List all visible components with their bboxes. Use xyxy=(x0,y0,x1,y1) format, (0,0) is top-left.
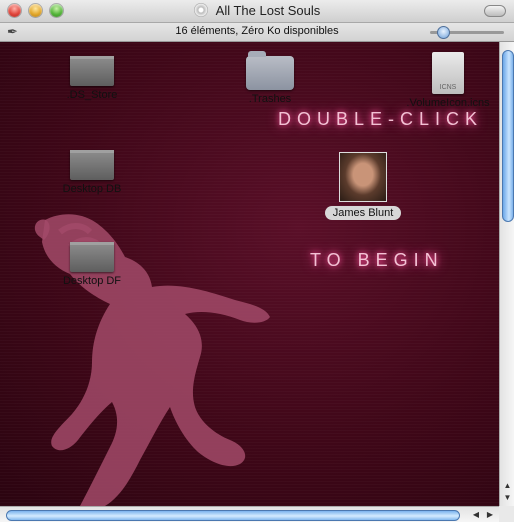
disk-icon xyxy=(193,3,208,17)
horizontal-scroll-thumb[interactable] xyxy=(6,510,460,521)
window-title-wrap: All The Lost Souls xyxy=(0,3,514,18)
icon-label: .Trashes xyxy=(248,93,292,105)
icon-label: .DS_Store xyxy=(66,89,118,101)
vertical-scrollbar[interactable]: ▲ ▼ xyxy=(499,42,514,506)
resize-grip[interactable] xyxy=(499,506,514,522)
file-icon xyxy=(70,150,114,180)
window-title: All The Lost Souls xyxy=(215,3,321,18)
icon-label: Desktop DB xyxy=(62,183,122,195)
toolbar-toggle-button[interactable] xyxy=(484,5,506,17)
window-content: .DS_Store Desktop DB Desktop DF .Trashes… xyxy=(0,42,499,506)
trashes-icon[interactable]: .Trashes xyxy=(230,51,310,105)
status-bar: ✒ 16 éléments, Zéro Ko disponibles xyxy=(0,23,514,42)
scroll-left-arrow-icon[interactable]: ◀ xyxy=(470,508,482,522)
desktop-db-icon[interactable]: Desktop DB xyxy=(52,150,132,195)
folder-icon xyxy=(246,51,294,90)
ds-store-icon[interactable]: .DS_Store xyxy=(52,56,132,101)
icon-size-slider-knob[interactable] xyxy=(437,26,450,39)
file-icon xyxy=(70,56,114,86)
volume-icon-file[interactable]: ICNS .VolumeIcon.icns xyxy=(398,52,498,109)
selected-icon-label: James Blunt xyxy=(324,206,402,220)
scroll-right-arrow-icon[interactable]: ▶ xyxy=(484,508,496,522)
title-bar[interactable]: All The Lost Souls xyxy=(0,0,514,23)
artist-photo-image xyxy=(339,152,387,202)
horizontal-scrollbar[interactable]: ◀ ▶ xyxy=(0,506,499,522)
scroll-up-arrow-icon[interactable]: ▲ xyxy=(500,480,514,492)
icns-doc-text: ICNS xyxy=(439,84,457,91)
desktop-df-icon[interactable]: Desktop DF xyxy=(52,242,132,287)
vertical-scroll-thumb[interactable] xyxy=(502,50,514,222)
icns-document-icon: ICNS xyxy=(432,52,464,94)
to-begin-text: TO BEGIN xyxy=(310,250,444,270)
icon-label: Desktop DF xyxy=(62,275,122,287)
file-icon xyxy=(70,242,114,272)
scroll-down-arrow-icon[interactable]: ▼ xyxy=(500,492,514,504)
double-click-text: DOUBLE-CLICK xyxy=(278,109,484,129)
james-blunt-icon[interactable]: James Blunt xyxy=(318,152,408,221)
icon-label: .VolumeIcon.icns xyxy=(406,97,490,109)
finder-window: All The Lost Souls ✒ 16 éléments, Zéro K… xyxy=(0,0,514,522)
